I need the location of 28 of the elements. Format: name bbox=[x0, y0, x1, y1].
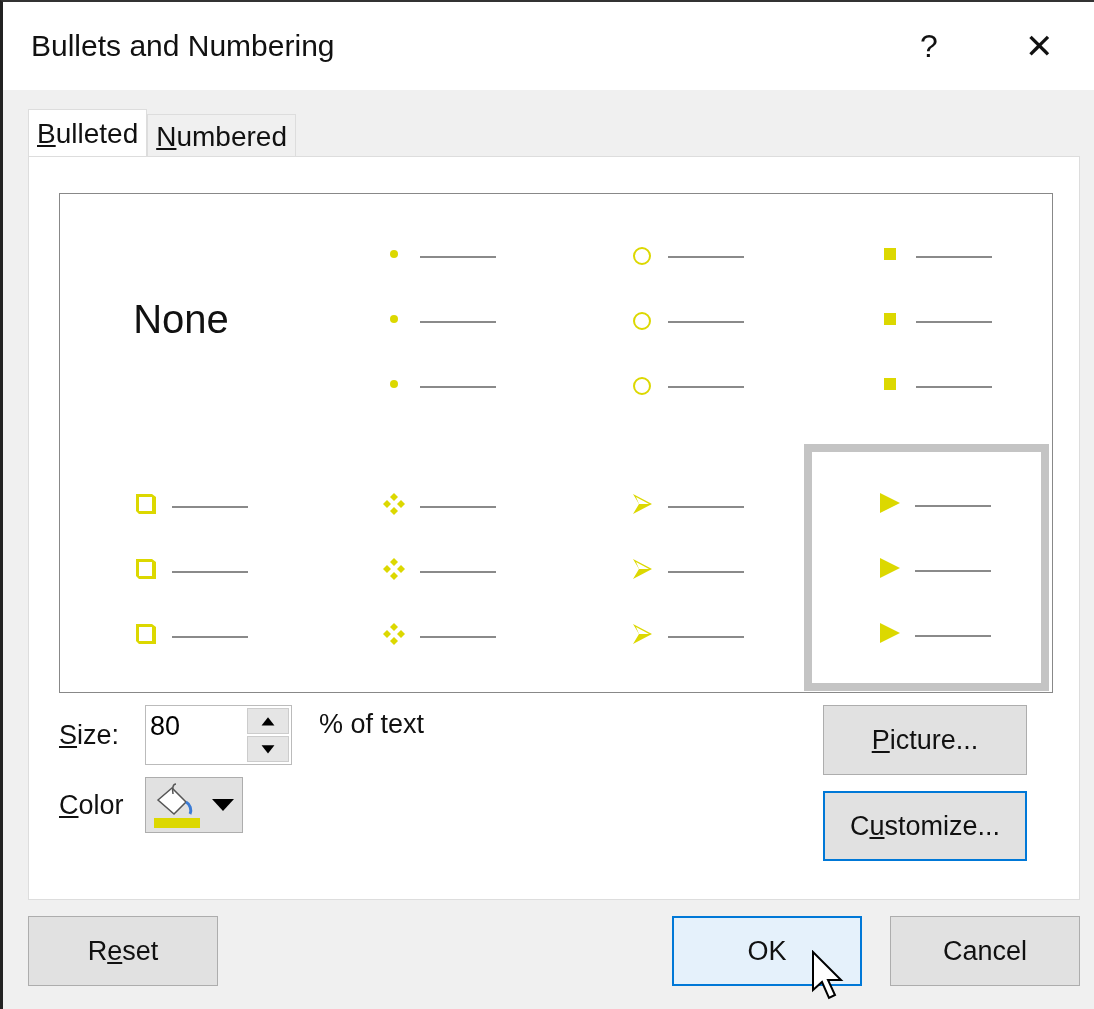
unit-label: % of text bbox=[319, 709, 425, 740]
dialog-button[interactable]: Picture... bbox=[823, 705, 1027, 775]
box-bullet-icon bbox=[134, 622, 158, 646]
arrowhead-bullet-icon bbox=[630, 492, 654, 516]
tab[interactable]: Bulleted bbox=[28, 109, 148, 156]
box-bullet-icon bbox=[134, 492, 158, 516]
diamonds-bullet-icon bbox=[382, 622, 406, 646]
mouse-pointer-icon bbox=[811, 950, 845, 1002]
dropdown-arrow-icon bbox=[210, 797, 236, 813]
arrowhead-bullet-icon bbox=[630, 557, 654, 581]
dialog-button[interactable]: Cancel bbox=[890, 916, 1080, 986]
color-label: Color bbox=[59, 789, 125, 821]
bullet-option[interactable] bbox=[804, 444, 1049, 691]
dialog-button[interactable]: OK bbox=[672, 916, 862, 986]
size-label: Size: bbox=[59, 719, 121, 751]
help-button[interactable]: ? bbox=[874, 11, 984, 81]
arrowhead-bullet-icon bbox=[630, 622, 654, 646]
dialog-button[interactable]: Reset bbox=[28, 916, 218, 986]
box-bullet-icon bbox=[134, 557, 158, 581]
tab[interactable]: Numbered bbox=[147, 114, 296, 156]
none-label: None bbox=[133, 296, 229, 342]
diamonds-bullet-icon bbox=[382, 557, 406, 581]
window-title: Bullets and Numbering bbox=[31, 29, 336, 63]
diamonds-bullet-icon bbox=[382, 492, 406, 516]
bullet-option[interactable]: None bbox=[60, 194, 308, 444]
color-picker-button[interactable] bbox=[145, 777, 243, 833]
close-button[interactable]: ✕ bbox=[984, 11, 1094, 81]
dialog-button[interactable]: Customize... bbox=[823, 791, 1027, 861]
